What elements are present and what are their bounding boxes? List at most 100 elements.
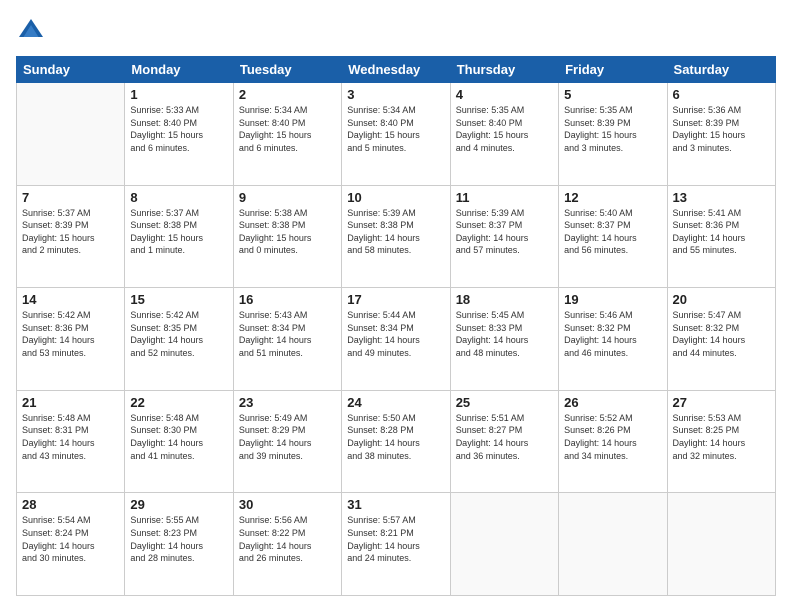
day-number: 23 (239, 395, 336, 410)
calendar-cell: 12Sunrise: 5:40 AM Sunset: 8:37 PM Dayli… (559, 185, 667, 288)
weekday-row: SundayMondayTuesdayWednesdayThursdayFrid… (17, 57, 776, 83)
calendar-cell: 23 Sunrise: 5:49 AM Sunset: 8:29 PM Dayli… (233, 390, 341, 493)
day-info: Sunrise: 5:42 AM Sunset: 8:36 PM Dayligh… (22, 309, 119, 359)
day-info: Sunrise: 5:37 AM Sunset: 8:39 PM Dayligh… (22, 207, 119, 257)
day-number: 8 (130, 190, 227, 205)
calendar-cell: 1 Sunrise: 5:33 AM Sunset: 8:40 PM Daylig… (125, 83, 233, 186)
calendar-cell: 17Sunrise: 5:44 AM Sunset: 8:34 PM Dayli… (342, 288, 450, 391)
calendar-body: 1 Sunrise: 5:33 AM Sunset: 8:40 PM Daylig… (17, 83, 776, 596)
day-number: 14 (22, 292, 119, 307)
calendar-week-row: 28 Sunrise: 5:54 AM Sunset: 8:24 PM Dayli… (17, 493, 776, 596)
logo-icon (16, 16, 46, 46)
calendar-cell (559, 493, 667, 596)
calendar-week-row: 7 Sunrise: 5:37 AM Sunset: 8:39 PM Daylig… (17, 185, 776, 288)
day-info: Sunrise: 5:52 AM Sunset: 8:26 PM Dayligh… (564, 412, 661, 462)
day-number: 20 (673, 292, 770, 307)
header (16, 16, 776, 46)
logo (16, 16, 50, 46)
calendar-cell: 25 Sunrise: 5:51 AM Sunset: 8:27 PM Dayli… (450, 390, 558, 493)
day-info: Sunrise: 5:41 AM Sunset: 8:36 PM Dayligh… (673, 207, 770, 257)
day-info: Sunrise: 5:47 AM Sunset: 8:32 PM Dayligh… (673, 309, 770, 359)
calendar-cell (17, 83, 125, 186)
day-info: Sunrise: 5:54 AM Sunset: 8:24 PM Dayligh… (22, 514, 119, 564)
day-info: Sunrise: 5:48 AM Sunset: 8:31 PM Dayligh… (22, 412, 119, 462)
day-info: Sunrise: 5:34 AM Sunset: 8:40 PM Dayligh… (239, 104, 336, 154)
calendar-week-row: 21Sunrise: 5:48 AM Sunset: 8:31 PM Dayli… (17, 390, 776, 493)
day-info: Sunrise: 5:35 AM Sunset: 8:39 PM Dayligh… (564, 104, 661, 154)
day-info: Sunrise: 5:49 AM Sunset: 8:29 PM Dayligh… (239, 412, 336, 462)
day-number: 3 (347, 87, 444, 102)
day-number: 5 (564, 87, 661, 102)
calendar-cell: 20 Sunrise: 5:47 AM Sunset: 8:32 PM Dayli… (667, 288, 775, 391)
calendar-cell: 15 Sunrise: 5:42 AM Sunset: 8:35 PM Dayli… (125, 288, 233, 391)
day-info: Sunrise: 5:48 AM Sunset: 8:30 PM Dayligh… (130, 412, 227, 462)
calendar-cell: 18Sunrise: 5:45 AM Sunset: 8:33 PM Dayli… (450, 288, 558, 391)
day-number: 13 (673, 190, 770, 205)
calendar-cell: 11Sunrise: 5:39 AM Sunset: 8:37 PM Dayli… (450, 185, 558, 288)
day-info: Sunrise: 5:37 AM Sunset: 8:38 PM Dayligh… (130, 207, 227, 257)
day-info: Sunrise: 5:53 AM Sunset: 8:25 PM Dayligh… (673, 412, 770, 462)
calendar-cell: 21Sunrise: 5:48 AM Sunset: 8:31 PM Dayli… (17, 390, 125, 493)
calendar-cell: 26 Sunrise: 5:52 AM Sunset: 8:26 PM Dayli… (559, 390, 667, 493)
day-info: Sunrise: 5:34 AM Sunset: 8:40 PM Dayligh… (347, 104, 444, 154)
calendar-cell: 29Sunrise: 5:55 AM Sunset: 8:23 PM Dayli… (125, 493, 233, 596)
weekday-header: Tuesday (233, 57, 341, 83)
calendar-cell: 30 Sunrise: 5:56 AM Sunset: 8:22 PM Dayli… (233, 493, 341, 596)
weekday-header: Sunday (17, 57, 125, 83)
day-number: 18 (456, 292, 553, 307)
weekday-header: Saturday (667, 57, 775, 83)
calendar: SundayMondayTuesdayWednesdayThursdayFrid… (16, 56, 776, 596)
calendar-cell (667, 493, 775, 596)
calendar-cell: 6 Sunrise: 5:36 AM Sunset: 8:39 PM Daylig… (667, 83, 775, 186)
day-number: 24 (347, 395, 444, 410)
day-number: 6 (673, 87, 770, 102)
day-number: 31 (347, 497, 444, 512)
calendar-cell: 13 Sunrise: 5:41 AM Sunset: 8:36 PM Dayli… (667, 185, 775, 288)
day-info: Sunrise: 5:56 AM Sunset: 8:22 PM Dayligh… (239, 514, 336, 564)
day-info: Sunrise: 5:36 AM Sunset: 8:39 PM Dayligh… (673, 104, 770, 154)
day-info: Sunrise: 5:33 AM Sunset: 8:40 PM Dayligh… (130, 104, 227, 154)
calendar-cell: 16 Sunrise: 5:43 AM Sunset: 8:34 PM Dayli… (233, 288, 341, 391)
day-info: Sunrise: 5:42 AM Sunset: 8:35 PM Dayligh… (130, 309, 227, 359)
day-number: 29 (130, 497, 227, 512)
calendar-cell: 19Sunrise: 5:46 AM Sunset: 8:32 PM Dayli… (559, 288, 667, 391)
day-number: 25 (456, 395, 553, 410)
weekday-header: Monday (125, 57, 233, 83)
day-info: Sunrise: 5:46 AM Sunset: 8:32 PM Dayligh… (564, 309, 661, 359)
calendar-cell: 28 Sunrise: 5:54 AM Sunset: 8:24 PM Dayli… (17, 493, 125, 596)
calendar-cell: 8 Sunrise: 5:37 AM Sunset: 8:38 PM Daylig… (125, 185, 233, 288)
day-number: 27 (673, 395, 770, 410)
calendar-cell: 14 Sunrise: 5:42 AM Sunset: 8:36 PM Dayli… (17, 288, 125, 391)
calendar-cell: 7 Sunrise: 5:37 AM Sunset: 8:39 PM Daylig… (17, 185, 125, 288)
page: SundayMondayTuesdayWednesdayThursdayFrid… (0, 0, 792, 612)
day-info: Sunrise: 5:40 AM Sunset: 8:37 PM Dayligh… (564, 207, 661, 257)
day-info: Sunrise: 5:51 AM Sunset: 8:27 PM Dayligh… (456, 412, 553, 462)
day-number: 30 (239, 497, 336, 512)
day-number: 11 (456, 190, 553, 205)
day-number: 17 (347, 292, 444, 307)
calendar-cell: 4 Sunrise: 5:35 AM Sunset: 8:40 PM Daylig… (450, 83, 558, 186)
calendar-cell: 2 Sunrise: 5:34 AM Sunset: 8:40 PM Daylig… (233, 83, 341, 186)
calendar-week-row: 1 Sunrise: 5:33 AM Sunset: 8:40 PM Daylig… (17, 83, 776, 186)
calendar-cell: 9Sunrise: 5:38 AM Sunset: 8:38 PM Daylig… (233, 185, 341, 288)
calendar-week-row: 14 Sunrise: 5:42 AM Sunset: 8:36 PM Dayli… (17, 288, 776, 391)
day-info: Sunrise: 5:38 AM Sunset: 8:38 PM Dayligh… (239, 207, 336, 257)
day-number: 16 (239, 292, 336, 307)
day-info: Sunrise: 5:43 AM Sunset: 8:34 PM Dayligh… (239, 309, 336, 359)
day-number: 28 (22, 497, 119, 512)
day-info: Sunrise: 5:50 AM Sunset: 8:28 PM Dayligh… (347, 412, 444, 462)
calendar-header: SundayMondayTuesdayWednesdayThursdayFrid… (17, 57, 776, 83)
day-number: 4 (456, 87, 553, 102)
calendar-cell: 31 Sunrise: 5:57 AM Sunset: 8:21 PM Dayli… (342, 493, 450, 596)
calendar-cell: 10Sunrise: 5:39 AM Sunset: 8:38 PM Dayli… (342, 185, 450, 288)
day-number: 26 (564, 395, 661, 410)
calendar-cell: 5 Sunrise: 5:35 AM Sunset: 8:39 PM Daylig… (559, 83, 667, 186)
day-info: Sunrise: 5:35 AM Sunset: 8:40 PM Dayligh… (456, 104, 553, 154)
day-number: 2 (239, 87, 336, 102)
day-number: 15 (130, 292, 227, 307)
day-info: Sunrise: 5:57 AM Sunset: 8:21 PM Dayligh… (347, 514, 444, 564)
day-number: 1 (130, 87, 227, 102)
weekday-header: Friday (559, 57, 667, 83)
day-number: 7 (22, 190, 119, 205)
calendar-cell: 27 Sunrise: 5:53 AM Sunset: 8:25 PM Dayli… (667, 390, 775, 493)
